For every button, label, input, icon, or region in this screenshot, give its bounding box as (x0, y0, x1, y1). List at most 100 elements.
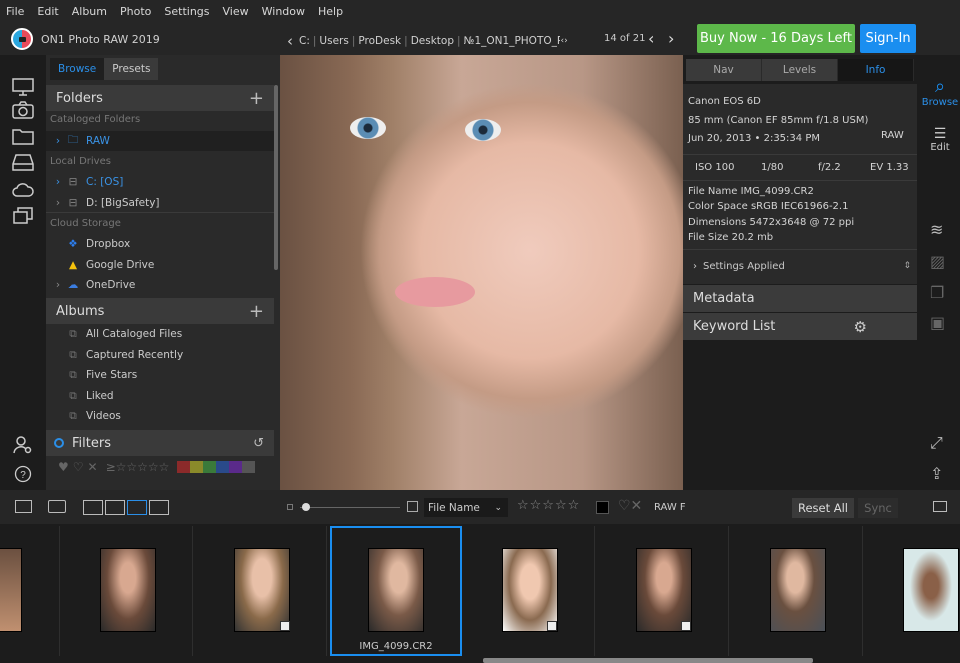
menu-window[interactable]: Window (262, 5, 305, 18)
color-swatch[interactable] (190, 461, 204, 473)
color-swatch[interactable] (229, 461, 243, 473)
menu-settings[interactable]: Settings (164, 5, 209, 18)
add-folder-icon[interactable]: + (249, 88, 264, 109)
menu-help[interactable]: Help (318, 5, 343, 18)
reset-filters-icon[interactable]: ↺ (253, 436, 264, 451)
album-item[interactable]: ⧉ Five Stars (46, 365, 274, 385)
crumb-c[interactable]: C: (299, 35, 310, 47)
grid-view-icon[interactable] (83, 500, 103, 515)
thumbnail[interactable] (903, 548, 959, 632)
photo-icon[interactable]: ▣ (930, 313, 945, 332)
heart-outline-icon[interactable]: ♡ (73, 460, 84, 474)
crumb-prodesk[interactable]: ProDesk (358, 35, 401, 47)
color-swatch[interactable] (203, 461, 217, 473)
like-reject-icons[interactable]: ♡✕ (618, 498, 642, 514)
filmstrip-view-icon[interactable] (127, 500, 147, 515)
albums-header[interactable]: Albums + (46, 298, 274, 324)
albums-stack-icon[interactable] (12, 206, 34, 224)
drive-icon[interactable] (12, 153, 34, 171)
menu-edit[interactable]: Edit (37, 5, 58, 18)
thumbnail[interactable] (636, 548, 692, 632)
user-settings-icon[interactable] (12, 436, 34, 454)
cloud-icon[interactable] (12, 180, 34, 198)
filmstrip-scrollbar[interactable] (483, 658, 813, 663)
thumbnail[interactable] (100, 548, 156, 632)
sort-dropdown[interactable]: File Name ⌄ (424, 498, 508, 517)
sync-button[interactable]: Sync (858, 498, 898, 518)
left-panel-scrollbar[interactable] (274, 85, 278, 270)
compare-view-icon[interactable] (149, 500, 169, 515)
color-swatch[interactable] (242, 461, 256, 473)
add-album-icon[interactable]: + (249, 301, 264, 322)
share-export-icon[interactable]: ⇪ (930, 464, 943, 483)
cloud-onedrive[interactable]: › ☁ OneDrive (46, 275, 274, 295)
menu-album[interactable]: Album (72, 5, 107, 18)
album-item[interactable]: ⧉ Liked (46, 386, 274, 406)
chevron-right-icon[interactable]: › (46, 197, 64, 209)
edit-module[interactable]: ☰ Edit (920, 126, 960, 153)
settings-applied-row[interactable]: › Settings Applied ⇕ (683, 250, 917, 282)
gear-icon[interactable]: ⚙ (854, 318, 867, 336)
color-swatch[interactable] (216, 461, 230, 473)
album-item[interactable]: ⧉ Videos (46, 406, 274, 426)
filters-header[interactable]: Filters ↺ (46, 430, 274, 456)
tab-nav[interactable]: Nav (686, 59, 762, 81)
cloud-dropbox[interactable]: ❖ Dropbox (46, 234, 274, 254)
drive-c[interactable]: › ⊟ C: [OS] (46, 172, 274, 192)
main-photo-preview[interactable] (280, 55, 683, 490)
toggle-right-panel-icon[interactable] (933, 501, 947, 512)
color-label-box[interactable] (596, 501, 609, 514)
album-item[interactable]: ⧉ All Cataloged Files (46, 324, 274, 344)
filters-toggle-icon[interactable] (54, 438, 64, 448)
expand-icon[interactable]: ⤢ (930, 433, 943, 453)
rejected-x-icon[interactable]: ✕ (88, 460, 98, 474)
tab-presets[interactable]: Presets (104, 58, 159, 80)
crumb-folder[interactable]: №1_ON1_PHOTO_RAW_REVIEW (464, 35, 560, 47)
folders-header[interactable]: Folders + (46, 85, 274, 111)
tab-info[interactable]: Info (838, 59, 914, 81)
cloud-google-drive[interactable]: ▲ Google Drive (46, 255, 274, 275)
help-icon[interactable]: ? (12, 465, 34, 483)
sort-updown-icon[interactable]: ⇕ (903, 261, 911, 271)
metadata-header[interactable]: Metadata (683, 285, 917, 312)
drive-d[interactable]: › ⊟ D: [BigSafety] (46, 193, 274, 213)
album-item[interactable]: ⧉ Captured Recently (46, 345, 274, 365)
chevron-right-icon[interactable]: › (46, 279, 64, 291)
selected-thumbnail-frame[interactable] (330, 526, 462, 656)
next-image-icon[interactable]: › (668, 29, 674, 48)
detail-view-icon[interactable] (105, 500, 125, 515)
color-swatch[interactable] (177, 461, 191, 473)
toggle-left-panel-icon[interactable] (15, 500, 32, 513)
prev-image-icon[interactable]: ‹ (648, 29, 654, 48)
thumbnail[interactable] (234, 548, 290, 632)
buy-now-button[interactable]: Buy Now - 16 Days Left (697, 24, 855, 53)
menu-photo[interactable]: Photo (120, 5, 151, 18)
thumbnail[interactable] (770, 548, 826, 632)
slider-handle[interactable] (302, 503, 310, 511)
sign-in-button[interactable]: Sign-In (860, 24, 916, 53)
thumbnail[interactable] (502, 548, 558, 632)
thumbnail-size-slider[interactable] (300, 507, 400, 508)
thumbnail[interactable] (0, 548, 22, 632)
menu-view[interactable]: View (223, 5, 249, 18)
expand-crumbs-icon[interactable]: ‹› (561, 36, 568, 46)
crumb-desktop[interactable]: Desktop (411, 35, 454, 47)
monitor-icon[interactable] (12, 78, 34, 96)
camera-icon[interactable] (12, 101, 34, 119)
select-checkbox[interactable] (407, 501, 418, 512)
chevron-right-icon[interactable]: › (46, 176, 64, 188)
reset-all-button[interactable]: Reset All (792, 498, 854, 518)
chevron-right-icon[interactable]: › (46, 135, 64, 147)
keyword-list-header[interactable]: Keyword List ⚙ (683, 313, 917, 340)
menu-file[interactable]: File (6, 5, 24, 18)
rating-gte-icon[interactable]: ≥☆☆☆☆☆ (106, 460, 170, 474)
landscape-icon[interactable]: ▨ (930, 252, 945, 271)
back-icon[interactable]: ‹ (287, 32, 293, 50)
stack-icon[interactable]: ❐ (930, 283, 944, 302)
tab-browse[interactable]: Browse (50, 58, 105, 80)
folder-raw[interactable]: › 🗀 RAW (46, 131, 274, 151)
rating-stars[interactable]: ☆☆☆☆☆ (517, 498, 580, 513)
crumb-users[interactable]: Users (319, 35, 348, 47)
layers-icon[interactable]: ≋ (930, 220, 943, 239)
folder-heart-icon[interactable] (12, 128, 34, 146)
